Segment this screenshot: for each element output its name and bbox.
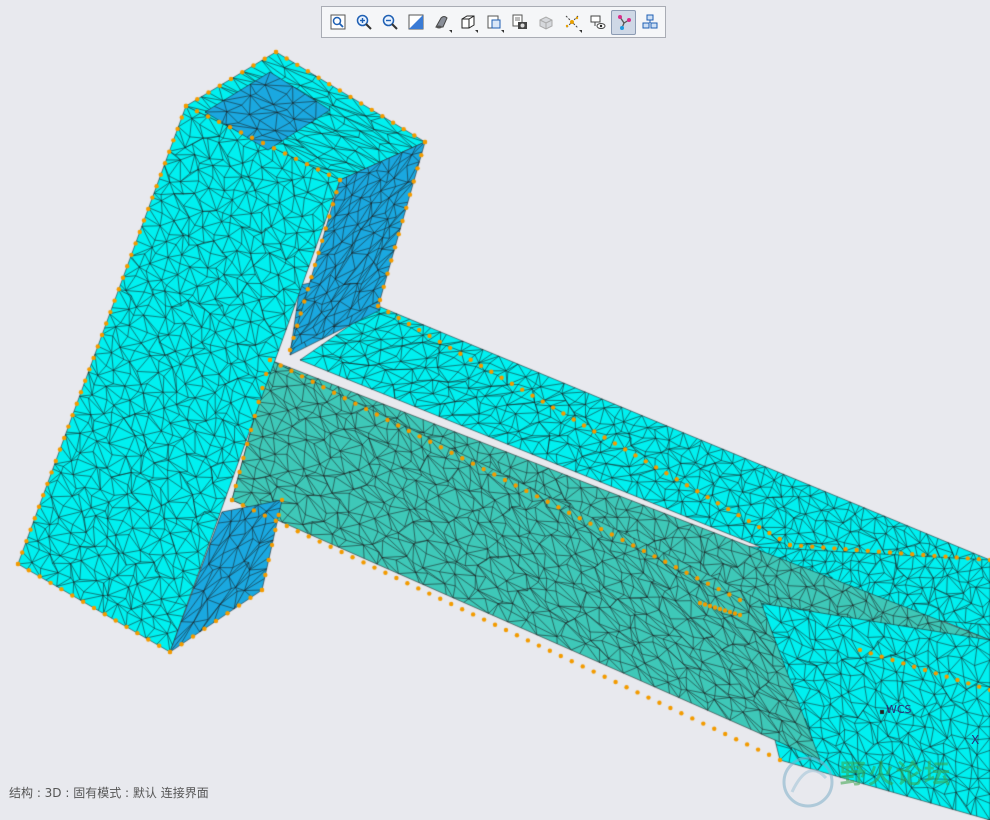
wcs-label: WCS bbox=[886, 703, 912, 716]
view-manager-icon bbox=[487, 15, 500, 29]
snapshot-button[interactable] bbox=[507, 10, 532, 35]
zoom-in-button[interactable] bbox=[351, 10, 376, 35]
status-bar-text: 结构 : 3D : 固有模式 : 默认 连接界面 bbox=[9, 786, 209, 800]
graphics-viewport[interactable]: WCS X 野火论坛 结构: 3D: 固有模式: 默认 连接界面 bbox=[0, 0, 990, 820]
refit-button[interactable] bbox=[325, 10, 350, 35]
refit-icon bbox=[330, 14, 345, 30]
saved-orientations-button[interactable] bbox=[455, 10, 480, 35]
mesh-connection-button[interactable] bbox=[611, 9, 636, 35]
x-axis-label: X bbox=[971, 733, 980, 747]
zoom-out-button[interactable] bbox=[377, 10, 402, 35]
view-toolbar bbox=[321, 6, 666, 38]
model-tree-filter-button[interactable] bbox=[637, 10, 662, 35]
display-style-icon bbox=[434, 16, 448, 29]
model-tree-filter-icon bbox=[642, 14, 657, 29]
view-manager-button[interactable] bbox=[481, 10, 506, 35]
display-style-button[interactable] bbox=[429, 10, 454, 35]
datum-display-button[interactable] bbox=[559, 10, 584, 35]
zoom-out-icon bbox=[382, 14, 398, 30]
repaint-button[interactable] bbox=[403, 10, 428, 35]
watermark-logo-icon bbox=[782, 756, 834, 808]
snapshot-icon bbox=[512, 14, 527, 29]
forum-watermark: 野火论坛 bbox=[778, 748, 988, 816]
repaint-icon bbox=[408, 14, 423, 30]
annotation-display-button[interactable] bbox=[585, 10, 610, 35]
watermark-text: 野火论坛 bbox=[840, 760, 953, 790]
saved-orientations-icon bbox=[461, 15, 474, 29]
mesh-connection-icon bbox=[617, 15, 631, 30]
appearance-button[interactable] bbox=[533, 10, 558, 35]
annotation-display-icon bbox=[590, 15, 605, 29]
appearance-icon bbox=[539, 16, 552, 30]
fem-mesh-model[interactable] bbox=[0, 0, 990, 820]
zoom-in-icon bbox=[356, 14, 372, 30]
datum-display-icon bbox=[565, 15, 578, 29]
